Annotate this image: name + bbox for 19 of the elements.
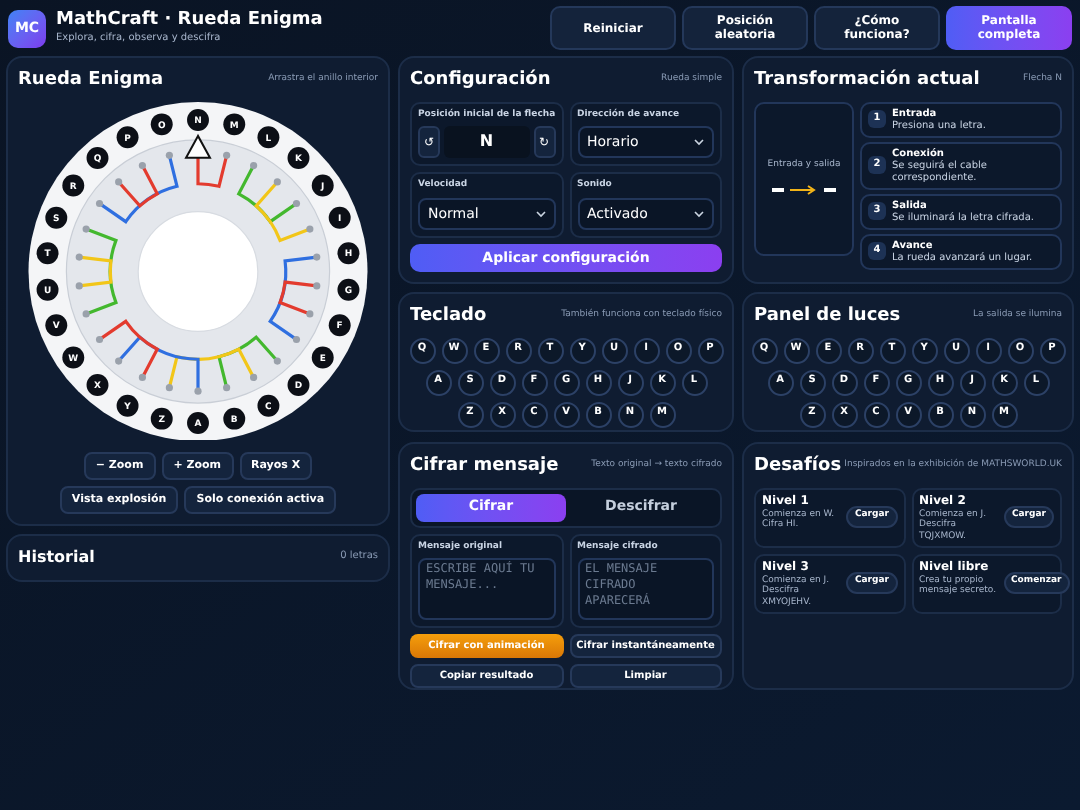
cable <box>115 334 202 394</box>
panel-title: Configuración <box>410 68 551 94</box>
panel-title: Panel de luces <box>754 304 901 330</box>
cable <box>254 177 314 241</box>
panel-title: Historial <box>18 546 95 570</box>
app-title: MathCraft · Rueda Enigma <box>56 10 323 32</box>
pointer-icon <box>184 132 212 158</box>
chevron-icon <box>694 210 704 218</box>
panel-title: Desafíos <box>754 454 842 480</box>
panel-title: Transformación actual <box>754 68 980 94</box>
wheel-hub <box>137 210 259 331</box>
panel-title: Cifrar mensaje <box>410 454 559 480</box>
io-arrow-drawing <box>772 184 836 197</box>
chevron-icon <box>535 210 545 218</box>
panel-title: Teclado <box>410 304 487 330</box>
chevron-icon <box>694 138 704 147</box>
panel-title: Rueda Enigma <box>18 68 164 94</box>
arrow-position-value: N <box>444 126 529 159</box>
cable <box>237 160 301 223</box>
